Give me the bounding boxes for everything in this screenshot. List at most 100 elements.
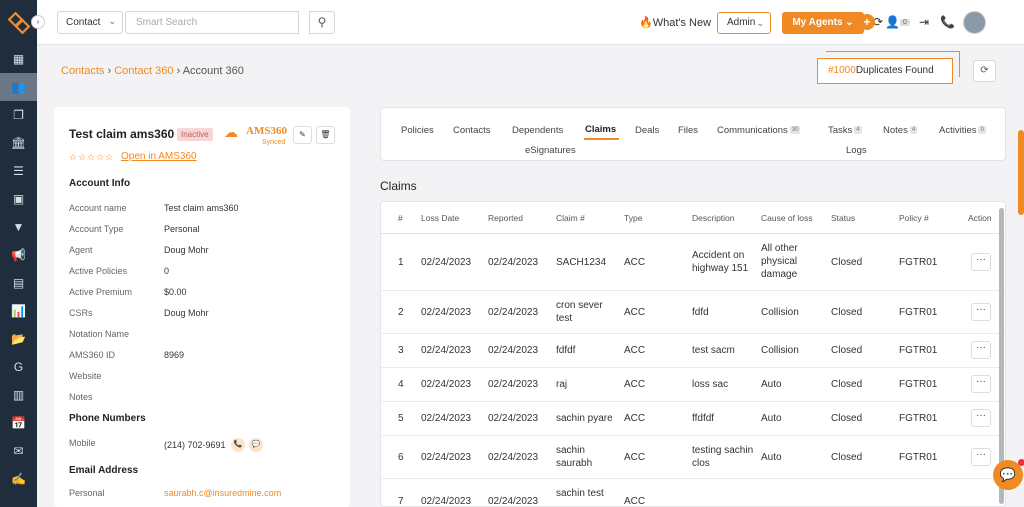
tab-dependents[interactable]: Dependents bbox=[512, 125, 563, 136]
tab-esignatures[interactable]: eSignatures bbox=[525, 145, 576, 156]
tab-communications[interactable]: Communications 30 bbox=[717, 125, 801, 136]
edit-icon[interactable]: ✎ bbox=[293, 126, 312, 144]
admin-select[interactable]: Admin ⌄ bbox=[717, 12, 771, 34]
breadcrumb-contacts[interactable]: Contacts bbox=[61, 65, 104, 77]
email-address-heading: Email Address bbox=[69, 465, 139, 476]
list-icon[interactable]: ☰ bbox=[0, 157, 37, 185]
reported-date: 02/24/2023 bbox=[488, 345, 539, 356]
refresh-icon[interactable]: ⟳ bbox=[973, 60, 996, 82]
reported-date: 02/24/2023 bbox=[488, 413, 539, 424]
signature-icon[interactable]: ✍ bbox=[0, 465, 37, 493]
documents-icon[interactable]: ❐ bbox=[0, 101, 37, 129]
my-agents-label: My Agents bbox=[792, 17, 843, 28]
tab-deals[interactable]: Deals bbox=[635, 125, 659, 136]
row-action-menu-icon[interactable]: ··· bbox=[971, 409, 991, 427]
whats-new-link[interactable]: 🔥What's New bbox=[639, 16, 711, 29]
sidebar-toggle-icon[interactable]: › bbox=[31, 15, 45, 29]
search-icon[interactable]: ⚲ bbox=[309, 11, 335, 34]
field-label: Notation Name bbox=[69, 329, 130, 339]
notes-icon[interactable]: ▥ bbox=[0, 381, 37, 409]
row-number: 4 bbox=[398, 379, 404, 390]
field-value: Doug Mohr bbox=[164, 308, 209, 318]
table-icon[interactable]: ▤ bbox=[0, 269, 37, 297]
megaphone-icon[interactable]: 📢 bbox=[0, 241, 37, 269]
rating-stars[interactable]: ☆☆☆☆☆ bbox=[69, 152, 114, 163]
claim-description: Accident on highway 151 bbox=[692, 250, 749, 274]
duplicates-found-button[interactable]: #1000Duplicates Found bbox=[817, 58, 953, 84]
claim-number: sachin test bbox=[556, 488, 604, 499]
google-icon[interactable]: G bbox=[0, 353, 37, 381]
row-number: 2 bbox=[398, 307, 404, 318]
table-row: 1 02/24/2023 02/24/2023 SACH1234 ACC Acc… bbox=[381, 234, 1005, 291]
email-value[interactable]: saurabh.c@insuredmine.com bbox=[164, 488, 281, 498]
tab-logs[interactable]: Logs bbox=[846, 145, 867, 156]
tab-policies[interactable]: Policies bbox=[401, 125, 434, 136]
smart-search-input[interactable]: Smart Search bbox=[125, 11, 299, 34]
phone-icon[interactable]: 📞 bbox=[940, 15, 955, 29]
page-scrollbar[interactable] bbox=[1018, 130, 1024, 215]
field-value: Test claim ams360 bbox=[164, 203, 239, 213]
mail-icon[interactable]: ✉ bbox=[0, 437, 37, 465]
row-action-menu-icon[interactable]: ··· bbox=[971, 303, 991, 321]
tab-label: eSignatures bbox=[525, 145, 576, 156]
field-label: Active Policies bbox=[69, 266, 128, 276]
dashboard-icon[interactable]: ▦ bbox=[0, 45, 37, 73]
chevron-down-icon: ⌄ bbox=[756, 18, 764, 28]
policy-number: FGTR01 bbox=[899, 345, 938, 356]
row-action-menu-icon[interactable]: ··· bbox=[971, 375, 991, 393]
logout-icon[interactable]: ⇥ bbox=[919, 15, 929, 29]
breadcrumb: Contacts › Contact 360 › Account 360 bbox=[61, 65, 244, 77]
claim-status: Closed bbox=[831, 413, 863, 424]
tab-claims[interactable]: Claims bbox=[585, 124, 616, 135]
chart-icon[interactable]: 📊 bbox=[0, 297, 37, 325]
tab-label: Communications bbox=[717, 125, 788, 136]
contacts-icon[interactable]: 👥 bbox=[0, 73, 37, 101]
open-in-ams360-link[interactable]: Open in AMS360 bbox=[121, 151, 197, 162]
column-header: Status bbox=[831, 213, 856, 223]
breadcrumb-account-360: Account 360 bbox=[182, 65, 244, 77]
tab-contacts[interactable]: Contacts bbox=[453, 125, 491, 136]
phone-value[interactable]: (214) 702-9691 bbox=[164, 440, 226, 450]
policy-number: FGTR01 bbox=[899, 413, 938, 424]
claim-number: cron sever test bbox=[556, 300, 603, 324]
loss-date: 02/24/2023 bbox=[421, 496, 472, 507]
table-row: 5 02/24/2023 02/24/2023 sachin pyare ACC… bbox=[381, 402, 1005, 436]
my-agents-button[interactable]: My Agents ⌄ bbox=[782, 12, 864, 34]
tab-activities[interactable]: Activities 0 bbox=[939, 125, 986, 136]
add-icon[interactable]: + bbox=[859, 14, 875, 30]
chat-icon[interactable]: 💬 bbox=[249, 438, 263, 452]
tab-tasks[interactable]: Tasks 4 bbox=[828, 125, 862, 136]
chat-notification-dot bbox=[1018, 459, 1024, 466]
tab-label: Policies bbox=[401, 125, 434, 136]
duplicates-label: Duplicates Found bbox=[855, 65, 934, 76]
claim-status: Closed bbox=[831, 257, 863, 268]
column-header: Type bbox=[624, 213, 643, 223]
tab-label: Contacts bbox=[453, 125, 491, 136]
chevron-down-icon: ⌄ bbox=[108, 16, 116, 26]
claim-description: ffdfdf bbox=[692, 413, 715, 424]
briefcase-icon[interactable]: ▣ bbox=[0, 185, 37, 213]
field-label: Active Premium bbox=[69, 287, 133, 297]
user-icon[interactable]: 👤 0 bbox=[885, 15, 910, 29]
reported-date: 02/24/2023 bbox=[488, 257, 539, 268]
loss-date: 02/24/2023 bbox=[421, 257, 472, 268]
avatar[interactable] bbox=[963, 11, 986, 34]
call-icon[interactable]: 📞 bbox=[231, 438, 245, 452]
detail-panel: Policies Contacts Dependents Claims Deal… bbox=[380, 107, 1006, 507]
row-action-menu-icon[interactable]: ··· bbox=[971, 341, 991, 359]
contact-select[interactable]: Contact ⌄ bbox=[57, 11, 123, 34]
delete-icon[interactable]: 🗑 bbox=[316, 126, 335, 144]
breadcrumb-contact-360[interactable]: Contact 360 bbox=[114, 65, 173, 77]
tab-files[interactable]: Files bbox=[678, 125, 698, 136]
row-action-menu-icon[interactable]: ··· bbox=[971, 253, 991, 271]
funnel-icon[interactable]: ▼ bbox=[0, 213, 37, 241]
tab-label: Logs bbox=[846, 145, 867, 156]
tab-notes[interactable]: Notes 4 bbox=[883, 125, 918, 136]
calendar-icon[interactable]: 📅 bbox=[0, 409, 37, 437]
folder-icon[interactable]: 📂 bbox=[0, 325, 37, 353]
phone-numbers-heading: Phone Numbers bbox=[69, 413, 146, 424]
table-row: 7 02/24/2023 02/24/2023 sachin test ACC bbox=[381, 479, 1005, 507]
claim-status: Closed bbox=[831, 307, 863, 318]
institution-icon[interactable]: 🏛 bbox=[0, 129, 37, 157]
row-action-menu-icon[interactable]: ··· bbox=[971, 448, 991, 466]
